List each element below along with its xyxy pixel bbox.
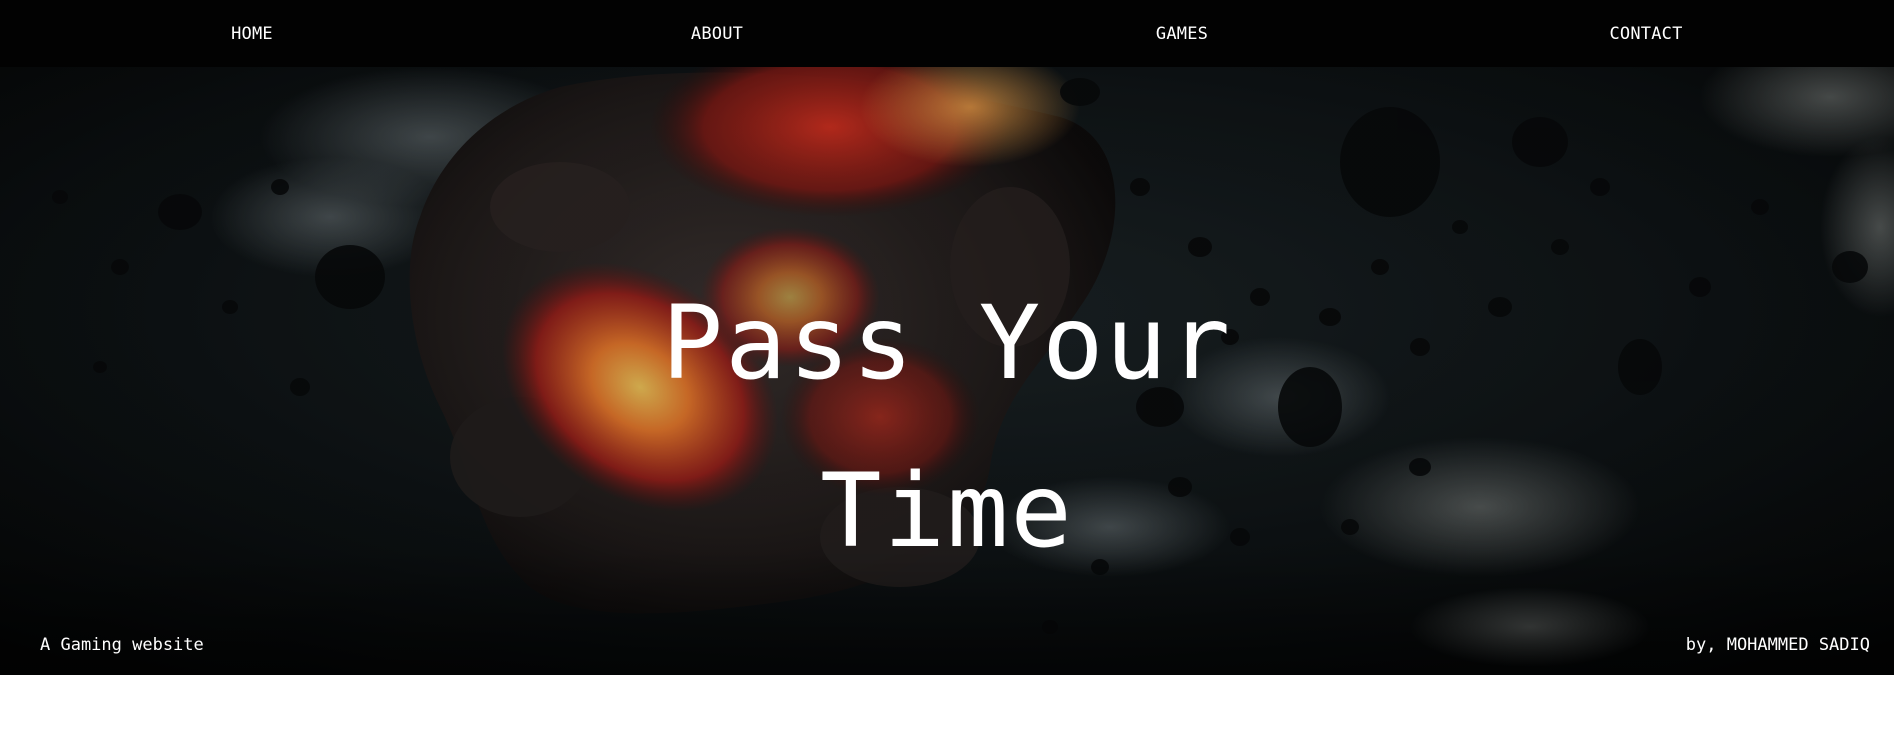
hero-title-line-2: Time [820, 452, 1074, 572]
page-content-area [0, 675, 1894, 736]
tagline-text: A Gaming website [40, 635, 204, 655]
top-navigation-bar: HOME ABOUT GAMES CONTACT [0, 0, 1894, 67]
hero-section: Pass Your Time A Gaming website by, MOHA… [0, 67, 1894, 675]
page: HOME ABOUT GAMES CONTACT Pass Your Time … [0, 0, 1894, 736]
nav-link-games[interactable]: GAMES [1082, 0, 1282, 67]
nav-link-about[interactable]: ABOUT [617, 0, 817, 67]
nav-link-home[interactable]: HOME [152, 0, 352, 67]
nav-link-contact[interactable]: CONTACT [1546, 0, 1746, 67]
author-credit: by, MOHAMMED SADIQ [1685, 635, 1870, 655]
hero-title-line-1: Pass Your [661, 284, 1233, 404]
hero-title: Pass Your Time [0, 260, 1894, 596]
